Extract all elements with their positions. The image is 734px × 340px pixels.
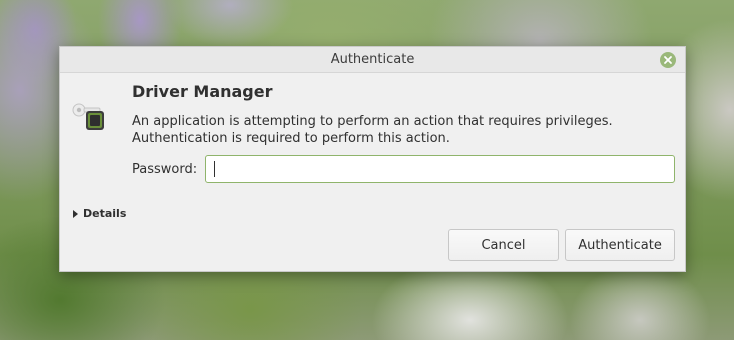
authenticate-dialog: Authenticate Driver Manager An applicati… (59, 46, 686, 272)
details-label: Details (83, 207, 127, 220)
close-button[interactable] (660, 52, 676, 68)
password-label: Password: (132, 162, 198, 177)
auth-message: An application is attempting to perform … (132, 114, 613, 146)
close-icon (664, 56, 672, 64)
app-name-heading: Driver Manager (132, 82, 273, 101)
title-bar: Authenticate (60, 47, 685, 73)
authenticate-button[interactable]: Authenticate (565, 229, 675, 261)
password-input[interactable] (205, 155, 675, 183)
window-title: Authenticate (330, 52, 415, 67)
triangle-right-icon (73, 210, 78, 218)
lock-key-icon (72, 103, 104, 130)
text-cursor (214, 161, 215, 177)
details-expander[interactable]: Details (73, 207, 126, 220)
cancel-button[interactable]: Cancel (448, 229, 559, 261)
